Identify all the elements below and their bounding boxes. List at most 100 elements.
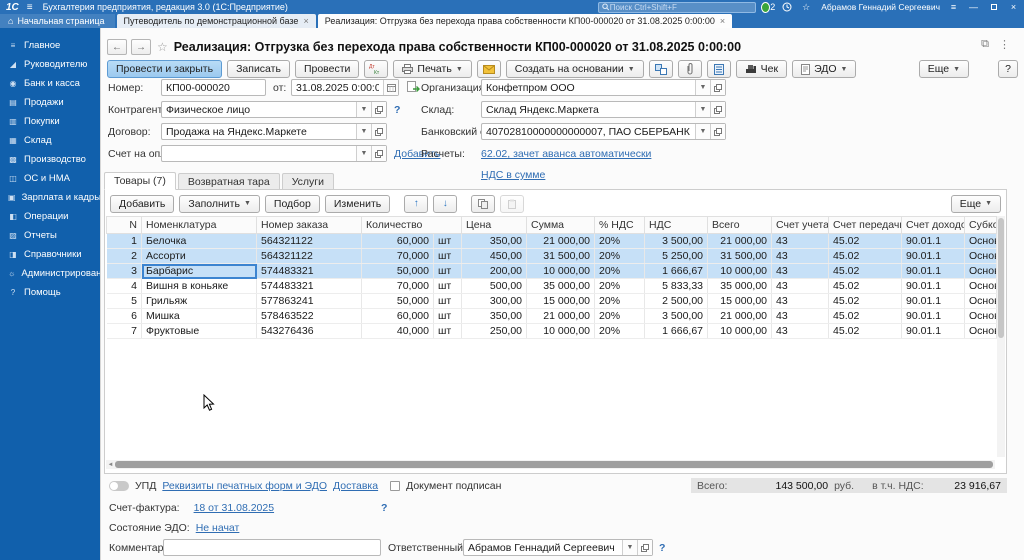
invoice-help-icon[interactable]: ? <box>381 502 387 514</box>
cell-transfer_account[interactable]: 45.02 <box>829 264 902 279</box>
cell-subconto[interactable]: Основная н <box>965 249 997 264</box>
check-receipt-button[interactable]: Чек <box>736 60 787 78</box>
sidebar-item-главное[interactable]: ≡Главное <box>0 36 100 55</box>
cell-vat_rate[interactable]: 20% <box>595 234 645 249</box>
cell-subconto[interactable]: Основная н <box>965 294 997 309</box>
cell-vat_rate[interactable]: 20% <box>595 279 645 294</box>
table-row[interactable]: 6Мишка57846352260,000шт350,0021 000,0020… <box>107 309 997 324</box>
warehouse-field[interactable]: ▼ <box>481 101 726 118</box>
minimize-icon[interactable]: — <box>967 2 980 12</box>
cell-sum[interactable]: 21 000,00 <box>527 234 595 249</box>
tab-services[interactable]: Услуги <box>282 173 334 190</box>
move-up-button[interactable]: ↑ <box>404 195 428 213</box>
edo-button[interactable]: ЭДО▼ <box>792 60 856 78</box>
open-in-window-icon[interactable]: ⧉ <box>981 38 989 51</box>
number-field[interactable] <box>161 79 266 96</box>
cell-vat_rate[interactable]: 20% <box>595 294 645 309</box>
cell-subconto[interactable]: Основная н <box>965 264 997 279</box>
cell-account[interactable]: 43 <box>772 279 829 294</box>
vat-in-sum-link[interactable]: НДС в сумме <box>481 169 545 181</box>
cell-price[interactable]: 300,00 <box>462 294 527 309</box>
column-header[interactable]: Счет доходов <box>902 217 965 234</box>
cell-order[interactable]: 577863241 <box>257 294 362 309</box>
cell-vat[interactable]: 2 500,00 <box>645 294 708 309</box>
cell-n[interactable]: 6 <box>107 309 142 324</box>
sidebar-item-администрирование[interactable]: ☼Администрирование <box>0 264 100 283</box>
history-icon[interactable] <box>780 1 794 13</box>
cell-unit[interactable]: шт <box>434 324 462 339</box>
column-header[interactable]: N <box>107 217 142 234</box>
add-row-button[interactable]: Добавить <box>110 195 174 213</box>
service-menu-icon[interactable]: ≡ <box>947 2 960 12</box>
responsible-field[interactable]: ▼ <box>463 539 653 556</box>
cell-sum[interactable]: 15 000,00 <box>527 294 595 309</box>
cell-unit[interactable]: шт <box>434 249 462 264</box>
chevron-down-icon[interactable]: ▼ <box>356 124 371 139</box>
cell-sum[interactable]: 10 000,00 <box>527 324 595 339</box>
related-documents-button[interactable] <box>649 60 673 78</box>
cell-order[interactable]: 543276436 <box>257 324 362 339</box>
cell-qty[interactable]: 50,000 <box>362 264 434 279</box>
save-button[interactable]: Записать <box>227 60 290 78</box>
open-link-icon[interactable] <box>710 102 725 117</box>
column-header[interactable]: Счет передачи <box>829 217 902 234</box>
cell-qty[interactable]: 70,000 <box>362 279 434 294</box>
close-icon[interactable]: × <box>1007 2 1020 12</box>
cell-income_account[interactable]: 90.01.1 <box>902 234 965 249</box>
cell-vat[interactable]: 3 500,00 <box>645 309 708 324</box>
cell-n[interactable]: 3 <box>107 264 142 279</box>
cell-unit[interactable]: шт <box>434 264 462 279</box>
edit-button[interactable]: Изменить <box>325 195 390 213</box>
cell-name[interactable]: Фруктовые <box>142 324 257 339</box>
cell-name[interactable]: Грильяж <box>142 294 257 309</box>
cell-account[interactable]: 43 <box>772 309 829 324</box>
cell-vat[interactable]: 3 500,00 <box>645 234 708 249</box>
favorite-star-icon[interactable]: ☆ <box>157 40 168 54</box>
paste-rows-button[interactable] <box>500 195 524 213</box>
cell-sum[interactable]: 10 000,00 <box>527 264 595 279</box>
sidebar-item-справочники[interactable]: ◨Справочники <box>0 245 100 264</box>
cell-n[interactable]: 7 <box>107 324 142 339</box>
cell-income_account[interactable]: 90.01.1 <box>902 249 965 264</box>
cell-total[interactable]: 21 000,00 <box>708 309 772 324</box>
sidebar-item-покупки[interactable]: ▥Покупки <box>0 112 100 131</box>
cell-total[interactable]: 10 000,00 <box>708 264 772 279</box>
cell-vat_rate[interactable]: 20% <box>595 324 645 339</box>
cell-subconto[interactable]: Основная н <box>965 309 997 324</box>
delivery-link[interactable]: Доставка <box>333 480 378 492</box>
reports-list-button[interactable] <box>707 60 731 78</box>
cell-order[interactable]: 564321122 <box>257 249 362 264</box>
settlements-link[interactable]: 62.02, зачет аванса автоматически <box>481 148 651 160</box>
sidebar-item-склад[interactable]: ▦Склад <box>0 131 100 150</box>
column-header[interactable]: Субконто <box>965 217 997 234</box>
cell-vat[interactable]: 5 833,33 <box>645 279 708 294</box>
open-link-icon[interactable] <box>710 80 725 95</box>
cell-income_account[interactable]: 90.01.1 <box>902 324 965 339</box>
cell-name[interactable]: Барбарис <box>142 264 257 279</box>
sidebar-item-операции[interactable]: ◧Операции <box>0 207 100 226</box>
cell-account[interactable]: 43 <box>772 234 829 249</box>
chevron-down-icon[interactable]: ▼ <box>695 124 710 139</box>
sidebar-item-банк-и-касса[interactable]: ◉Банк и касса <box>0 74 100 93</box>
notifications-icon[interactable]: 2 <box>761 1 775 13</box>
cell-subconto[interactable]: Основная н <box>965 324 997 339</box>
column-header[interactable]: Сумма <box>527 217 595 234</box>
column-header[interactable]: Всего <box>708 217 772 234</box>
cell-income_account[interactable]: 90.01.1 <box>902 309 965 324</box>
cell-total[interactable]: 10 000,00 <box>708 324 772 339</box>
invoice-link[interactable]: 18 от 31.08.2025 <box>194 502 274 514</box>
cell-subconto[interactable]: Основная н <box>965 234 997 249</box>
sidebar-item-продажи[interactable]: ▤Продажи <box>0 93 100 112</box>
hscroll-thumb[interactable] <box>115 461 993 468</box>
grid-more-button[interactable]: Еще▼ <box>951 195 1001 213</box>
cell-vat_rate[interactable]: 20% <box>595 309 645 324</box>
scroll-left-icon[interactable]: ◄ <box>106 460 115 469</box>
tab-returnable-packaging[interactable]: Возвратная тара <box>178 173 280 190</box>
sidebar-item-отчеты[interactable]: ▨Отчеты <box>0 226 100 245</box>
open-link-icon[interactable] <box>710 124 725 139</box>
open-link-icon[interactable] <box>637 540 652 555</box>
horizontal-scrollbar[interactable]: ◄ <box>106 460 995 469</box>
cell-n[interactable]: 4 <box>107 279 142 294</box>
cell-qty[interactable]: 50,000 <box>362 294 434 309</box>
cell-transfer_account[interactable]: 45.02 <box>829 324 902 339</box>
